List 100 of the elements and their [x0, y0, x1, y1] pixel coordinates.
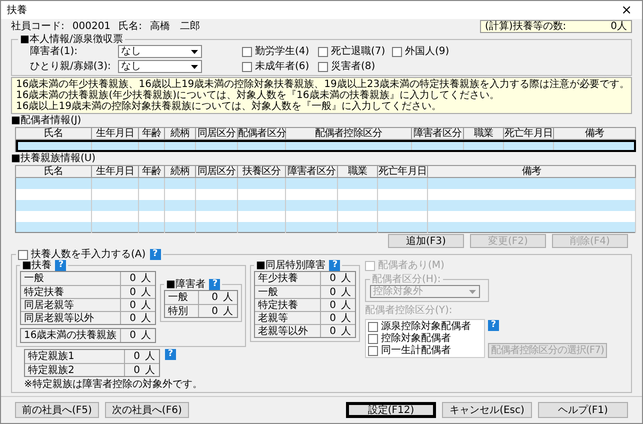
- checkbox[interactable]: [18, 250, 28, 260]
- column-header: 職業: [464, 128, 504, 140]
- column-header: 同居区分: [196, 128, 238, 140]
- row-label: 一般: [165, 291, 199, 304]
- field-label: 障害者(1):: [30, 46, 79, 57]
- checkbox-label: 災害者(8): [331, 61, 376, 72]
- dialog-button[interactable]: ヘルプ(F1): [538, 402, 628, 418]
- group-title: ■同居特別障害: [256, 260, 326, 271]
- count-value: 0: [130, 286, 136, 298]
- column-header: 氏名: [16, 166, 92, 178]
- employee-name: 高橋 二郎: [150, 21, 200, 32]
- column-header: 死亡年月日: [504, 128, 554, 140]
- unit-label: 人: [145, 351, 155, 362]
- row-label: 一般: [255, 286, 321, 298]
- row-label: 特定親族1: [25, 350, 125, 363]
- row-label: 老親等以外: [255, 325, 321, 337]
- unit-label: 人: [141, 273, 151, 284]
- column-header: 続柄: [164, 128, 196, 140]
- unit-label: 人: [141, 286, 151, 298]
- checkbox[interactable]: [368, 322, 378, 332]
- column-header: 同居区分: [196, 166, 238, 178]
- count-value: 0: [330, 326, 336, 336]
- column-header: 配偶者区分: [238, 128, 286, 140]
- notice-text: 16歳未満の扶養親族(年少扶養親族)については、対象人数を『16歳未満の扶養親族』に入力してください。: [16, 90, 500, 101]
- count-value: 0: [330, 273, 336, 284]
- row-label: 一般: [21, 272, 121, 285]
- field-label: ひとり親/寡婦(3):: [30, 61, 112, 72]
- unit-label: 人: [341, 300, 351, 310]
- count-value: 0: [330, 312, 336, 324]
- column-header: 障害者区分: [286, 166, 338, 178]
- section-title: ■配偶者情報(J): [11, 115, 82, 126]
- checkbox[interactable]: [242, 46, 252, 56]
- checkbox-label: 勤労学生(4): [255, 46, 310, 57]
- checkbox-label: 死亡退職(7): [331, 46, 386, 57]
- notice-text: 16歳以上19歳未満の控除対象扶養親族については、対象人数を『一般』に入力してください。: [16, 101, 442, 112]
- unit-label: 人: [223, 306, 233, 316]
- column-header: 扶養区分: [238, 166, 286, 178]
- group-title: ■本人情報/源泉徴収票: [20, 34, 123, 45]
- unit-label: 人: [341, 273, 351, 284]
- checkbox[interactable]: [392, 46, 402, 56]
- column-header: 生年月日: [92, 166, 138, 178]
- column-header: 氏名: [16, 128, 92, 140]
- count-value: 0: [130, 312, 136, 324]
- count-value: 0: [134, 351, 140, 362]
- unit-label: 人: [341, 326, 351, 336]
- column-header: 生年月日: [92, 128, 138, 140]
- unit-label: 人: [223, 292, 233, 303]
- unit-label: 人: [145, 364, 155, 376]
- checkbox-label: 外国人(9): [405, 46, 450, 57]
- field-label: 社員コード:: [11, 21, 64, 32]
- checkbox[interactable]: [318, 62, 328, 72]
- help-icon[interactable]: ?: [55, 260, 66, 271]
- column-header: 年齢: [138, 128, 164, 140]
- close-button[interactable]: ×: [617, 4, 636, 16]
- column-header: 職業: [338, 166, 378, 178]
- checkbox-label: 配偶者あり(M): [378, 260, 444, 271]
- checkbox[interactable]: [242, 62, 252, 72]
- dropdown[interactable]: なし: [118, 45, 202, 58]
- count-value: 0: [134, 364, 140, 376]
- column-header: 障害者区分: [412, 128, 464, 140]
- row-label: 同居老親等: [21, 299, 121, 311]
- unit-label: 人: [341, 312, 351, 324]
- column-header: 死亡年月日: [378, 166, 428, 178]
- help-icon[interactable]: ?: [488, 320, 499, 331]
- field-label: 氏名:: [118, 21, 142, 32]
- dropdown[interactable]: なし: [118, 60, 202, 73]
- nav-button[interactable]: 前の社員へ(F5): [15, 402, 99, 418]
- caret-icon: [468, 288, 477, 296]
- checkbox[interactable]: [318, 46, 328, 56]
- row-label: 特定親族2: [25, 364, 125, 376]
- column-header: 備考: [428, 166, 636, 178]
- dialog-button[interactable]: 設定(F12): [346, 402, 436, 418]
- row-label: 特定扶養: [21, 286, 121, 298]
- row-label: 特別: [165, 305, 199, 317]
- column-header: 続柄: [164, 166, 196, 178]
- count-value: 0人: [610, 21, 627, 32]
- checkbox[interactable]: [368, 346, 378, 356]
- unit-label: 人: [141, 300, 151, 310]
- count-value: 0: [330, 300, 336, 310]
- dialog-button[interactable]: キャンセル(Esc): [442, 402, 532, 418]
- employee-code: 000201: [72, 21, 111, 32]
- window-title: 扶養: [7, 4, 27, 16]
- note-text: ※特定親族は障害者控除の対象外です。: [23, 379, 204, 390]
- help-icon[interactable]: ?: [150, 249, 161, 260]
- table-button[interactable]: 追加(F3): [388, 234, 464, 248]
- nav-button[interactable]: 次の社員へ(F6): [104, 402, 189, 418]
- help-icon[interactable]: ?: [329, 260, 340, 271]
- row-label: 特定扶養: [255, 299, 321, 311]
- help-icon[interactable]: ?: [209, 279, 220, 290]
- row-label: 年少扶養: [255, 272, 321, 285]
- help-icon[interactable]: ?: [165, 349, 176, 360]
- column-header: 年齢: [138, 166, 164, 178]
- checkbox[interactable]: [368, 334, 378, 344]
- column-header: 備考: [554, 128, 636, 140]
- column-header: 配偶者控除区分: [286, 128, 412, 140]
- checkbox-label: 扶養人数を手入力する(A): [31, 249, 146, 260]
- row-label: 同居老親等以外: [21, 312, 121, 324]
- table-row[interactable]: [16, 140, 636, 152]
- count-value: 0: [130, 273, 136, 284]
- field-label: (計算)扶養等の数:: [485, 21, 566, 32]
